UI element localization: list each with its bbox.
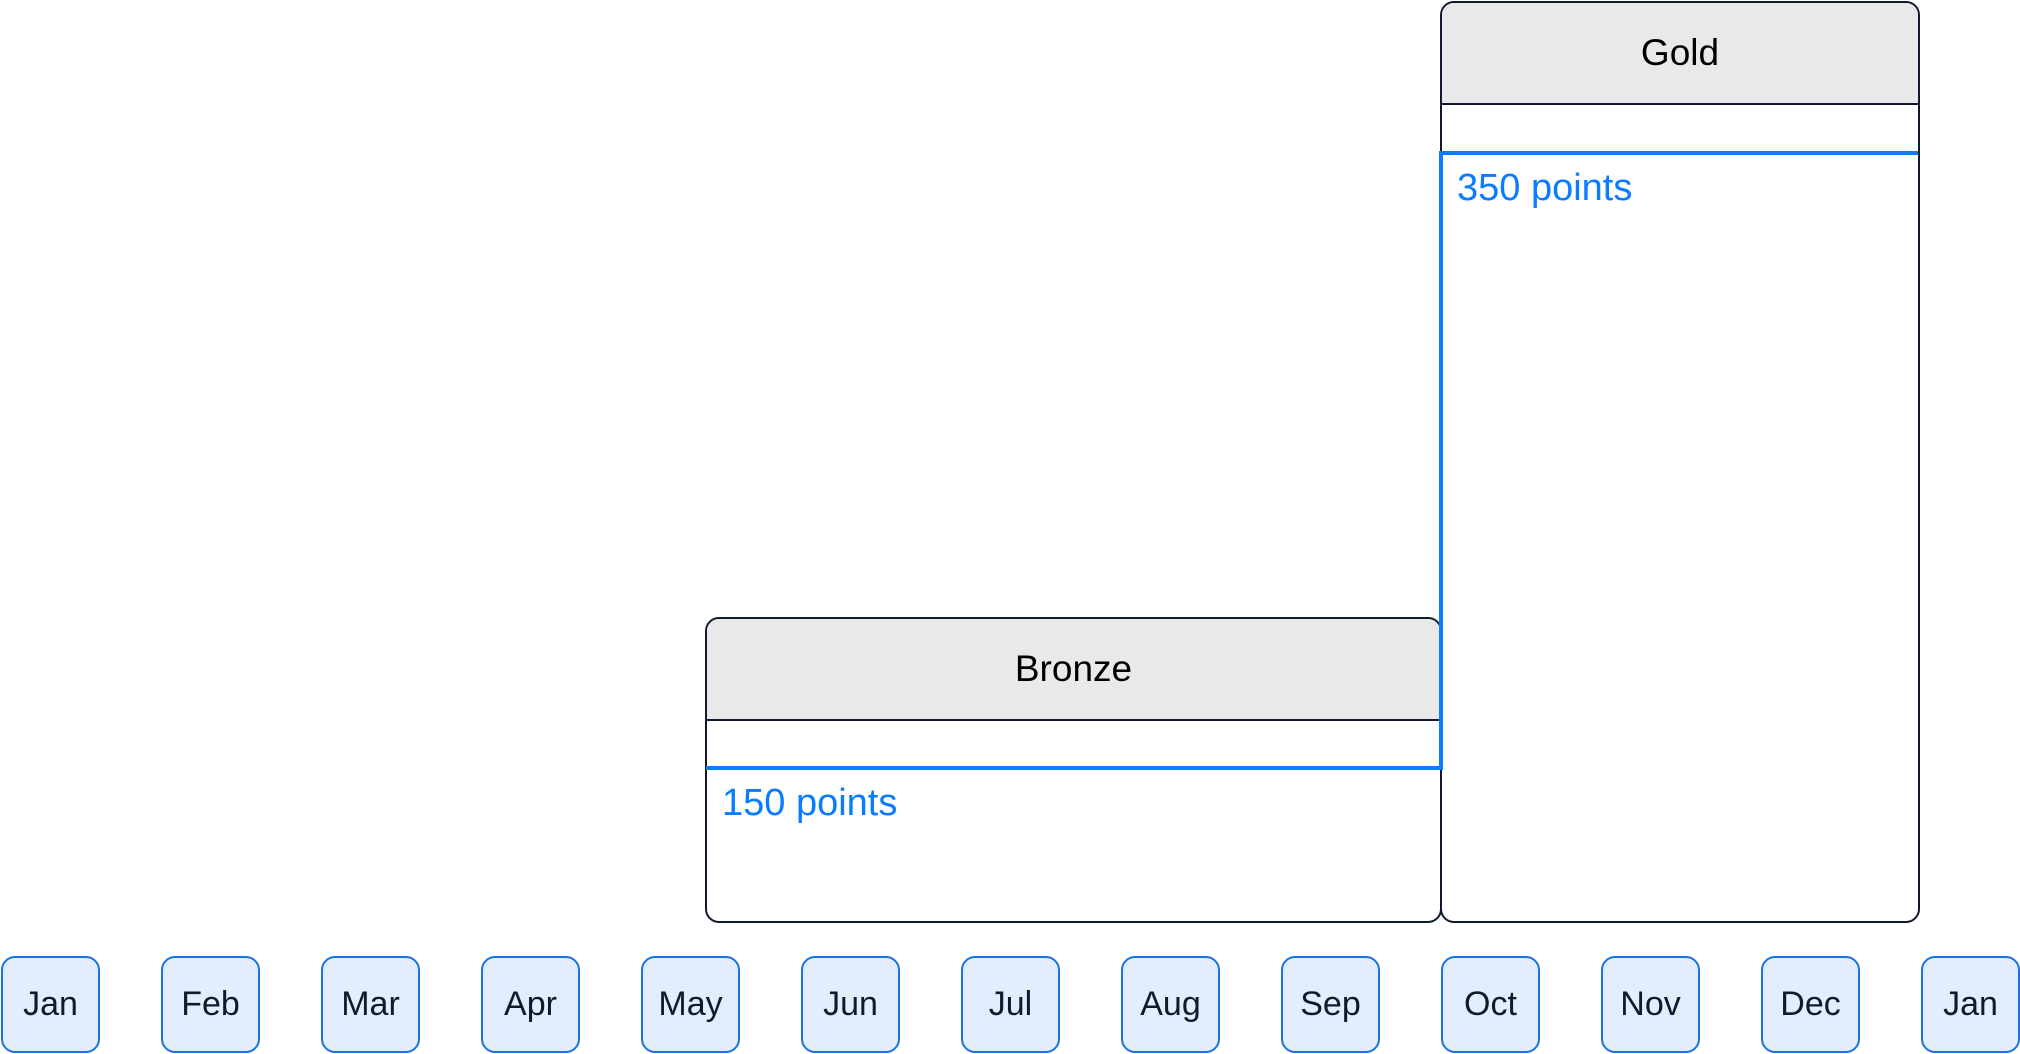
month-label-2: Mar xyxy=(321,956,420,1053)
tier-gold: Gold 350 points xyxy=(1440,1,1920,923)
month-label-8: Sep xyxy=(1281,956,1380,1053)
month-label-3: Apr xyxy=(481,956,580,1053)
month-label-6: Jul xyxy=(961,956,1060,1053)
tier-gold-points: 350 points xyxy=(1457,167,1633,209)
month-label-1: Feb xyxy=(161,956,260,1053)
tier-bronze-title: Bronze xyxy=(1014,648,1133,689)
month-label-5: Jun xyxy=(801,956,900,1053)
month-label-4: May xyxy=(641,956,740,1053)
tier-gold-title: Gold xyxy=(1640,32,1720,73)
tier-bronze-header: Bronze xyxy=(707,619,1440,721)
month-label-9: Oct xyxy=(1441,956,1540,1053)
month-label-7: Aug xyxy=(1121,956,1220,1053)
tier-gold-header: Gold xyxy=(1442,3,1918,105)
month-label-12: Jan xyxy=(1921,956,2020,1053)
month-label-0: Jan xyxy=(1,956,100,1053)
tier-bronze: Bronze 150 points xyxy=(705,617,1442,923)
tier-bronze-points: 150 points xyxy=(722,782,898,824)
month-label-11: Dec xyxy=(1761,956,1860,1053)
month-label-10: Nov xyxy=(1601,956,1700,1053)
